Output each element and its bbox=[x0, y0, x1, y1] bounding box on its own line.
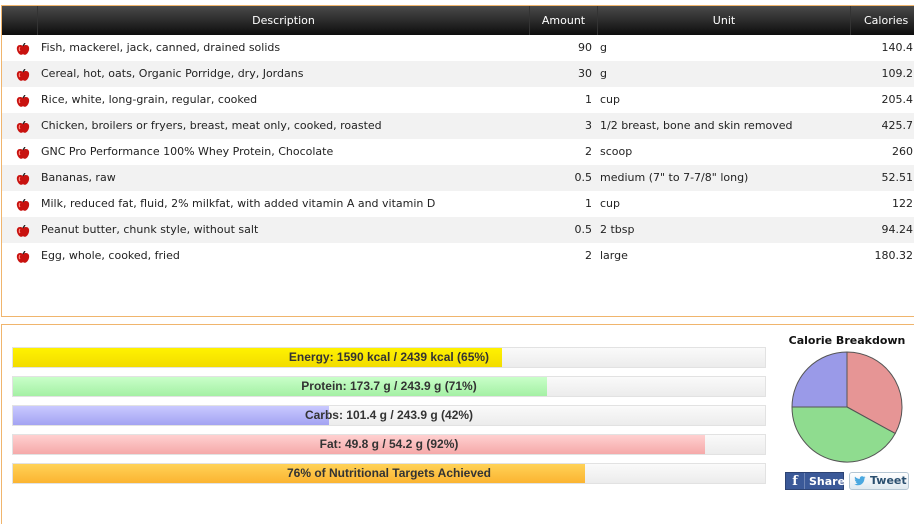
carbs-progress-bar: Carbs: 101.4 g / 243.9 g (42%) bbox=[12, 405, 766, 426]
red-apple-icon[interactable] bbox=[16, 144, 32, 160]
row-unit: large bbox=[600, 249, 628, 262]
protein-progress-bar: Protein: 173.7 g / 243.9 g (71%) bbox=[12, 376, 766, 397]
row-description: Fish, mackerel, jack, canned, drained so… bbox=[41, 41, 281, 54]
header-amount[interactable]: Amount bbox=[529, 6, 597, 35]
fat-progress-bar: Fat: 49.8 g / 54.2 g (92%) bbox=[12, 434, 766, 455]
tweet-button[interactable]: Tweet bbox=[849, 472, 909, 490]
row-description: Egg, whole, cooked, fried bbox=[41, 249, 180, 262]
food-log-table: Description Amount Unit Calories Fish, m… bbox=[1, 5, 914, 317]
row-calories: 180.32 bbox=[874, 249, 914, 262]
row-calories: 109.2 bbox=[881, 67, 914, 80]
table-row[interactable]: Fish, mackerel, jack, canned, drained so… bbox=[2, 35, 914, 61]
protein-progress-label: Protein: 173.7 g / 243.9 g (71%) bbox=[301, 379, 477, 393]
row-unit: 2 tbsp bbox=[600, 223, 635, 236]
row-calories: 260 bbox=[892, 145, 913, 158]
share-label: Share bbox=[809, 475, 846, 488]
table-body: Fish, mackerel, jack, canned, drained so… bbox=[2, 35, 914, 269]
row-calories: 122 bbox=[892, 197, 913, 210]
red-apple-icon[interactable] bbox=[16, 92, 32, 108]
red-apple-icon[interactable] bbox=[16, 118, 32, 134]
fat-progress-label: Fat: 49.8 g / 54.2 g (92%) bbox=[319, 437, 459, 451]
row-unit: medium (7" to 7-7/8" long) bbox=[600, 171, 749, 184]
row-calories: 94.24 bbox=[881, 223, 914, 236]
row-amount: 1 bbox=[585, 93, 592, 106]
facebook-share-button[interactable]: f Share bbox=[785, 472, 846, 490]
row-description: Cereal, hot, oats, Organic Porridge, dry… bbox=[41, 67, 304, 80]
table-row[interactable]: Peanut butter, chunk style, without salt… bbox=[2, 217, 914, 243]
carbs-progress-label: Carbs: 101.4 g / 243.9 g (42%) bbox=[304, 408, 474, 422]
row-unit: 1/2 breast, bone and skin removed bbox=[600, 119, 793, 132]
table-row[interactable]: Chicken, broilers or fryers, breast, mea… bbox=[2, 113, 914, 139]
energy-progress-label: Energy: 1590 kcal / 2439 kcal (65%) bbox=[288, 350, 490, 364]
row-calories: 425.7 bbox=[881, 119, 914, 132]
row-unit: g bbox=[600, 41, 607, 54]
facebook-icon: f bbox=[786, 473, 805, 489]
row-description: Rice, white, long-grain, regular, cooked bbox=[41, 93, 258, 106]
overall-progress-bar: 76% of Nutritional Targets Achieved bbox=[12, 463, 766, 484]
row-amount: 30 bbox=[578, 67, 592, 80]
header-description[interactable]: Description bbox=[37, 6, 529, 35]
table-row[interactable]: Egg, whole, cooked, fried 2 large 180.32 bbox=[2, 243, 914, 269]
red-apple-icon[interactable] bbox=[16, 40, 32, 56]
row-calories: 140.4 bbox=[881, 41, 914, 54]
row-amount: 2 bbox=[585, 249, 592, 262]
row-calories: 205.4 bbox=[881, 93, 914, 106]
row-amount: 90 bbox=[578, 41, 592, 54]
red-apple-icon[interactable] bbox=[16, 196, 32, 212]
energy-progress-bar: Energy: 1590 kcal / 2439 kcal (65%) bbox=[12, 347, 766, 368]
header-unit[interactable]: Unit bbox=[597, 6, 850, 35]
overall-progress-label: 76% of Nutritional Targets Achieved bbox=[286, 466, 492, 480]
row-amount: 0.5 bbox=[574, 171, 593, 184]
twitter-bird-icon bbox=[854, 476, 866, 486]
row-unit: cup bbox=[600, 93, 621, 106]
table-row[interactable]: Rice, white, long-grain, regular, cooked… bbox=[2, 87, 914, 113]
row-unit: cup bbox=[600, 197, 621, 210]
header-icon-column bbox=[2, 6, 37, 35]
row-description: GNC Pro Performance 100% Whey Protein, C… bbox=[41, 145, 334, 158]
row-description: Milk, reduced fat, fluid, 2% milkfat, wi… bbox=[41, 197, 436, 210]
table-row[interactable]: Milk, reduced fat, fluid, 2% milkfat, wi… bbox=[2, 191, 914, 217]
red-apple-icon[interactable] bbox=[16, 170, 32, 186]
header-calories[interactable]: Calories bbox=[850, 6, 914, 35]
table-header: Description Amount Unit Calories bbox=[2, 6, 914, 35]
row-amount: 2 bbox=[585, 145, 592, 158]
table-row[interactable]: Bananas, raw 0.5 medium (7" to 7-7/8" long… bbox=[2, 165, 914, 191]
red-apple-icon[interactable] bbox=[16, 66, 32, 82]
calorie-breakdown-title: Calorie Breakdown bbox=[788, 334, 906, 347]
red-apple-icon[interactable] bbox=[16, 248, 32, 264]
row-unit: g bbox=[600, 67, 607, 80]
row-unit: scoop bbox=[600, 145, 633, 158]
tweet-label: Tweet bbox=[870, 474, 907, 487]
red-apple-icon[interactable] bbox=[16, 222, 32, 238]
pie-slice-fat bbox=[791, 351, 848, 408]
row-description: Peanut butter, chunk style, without salt bbox=[41, 223, 259, 236]
row-amount: 1 bbox=[585, 197, 592, 210]
row-amount: 3 bbox=[585, 119, 592, 132]
calorie-pie-svg bbox=[791, 351, 903, 463]
table-row[interactable]: GNC Pro Performance 100% Whey Protein, C… bbox=[2, 139, 914, 165]
row-amount: 0.5 bbox=[574, 223, 593, 236]
row-description: Bananas, raw bbox=[41, 171, 116, 184]
row-calories: 52.51 bbox=[881, 171, 914, 184]
calorie-breakdown-chart bbox=[790, 350, 904, 464]
table-row[interactable]: Cereal, hot, oats, Organic Porridge, dry… bbox=[2, 61, 914, 87]
row-description: Chicken, broilers or fryers, breast, mea… bbox=[41, 119, 382, 132]
